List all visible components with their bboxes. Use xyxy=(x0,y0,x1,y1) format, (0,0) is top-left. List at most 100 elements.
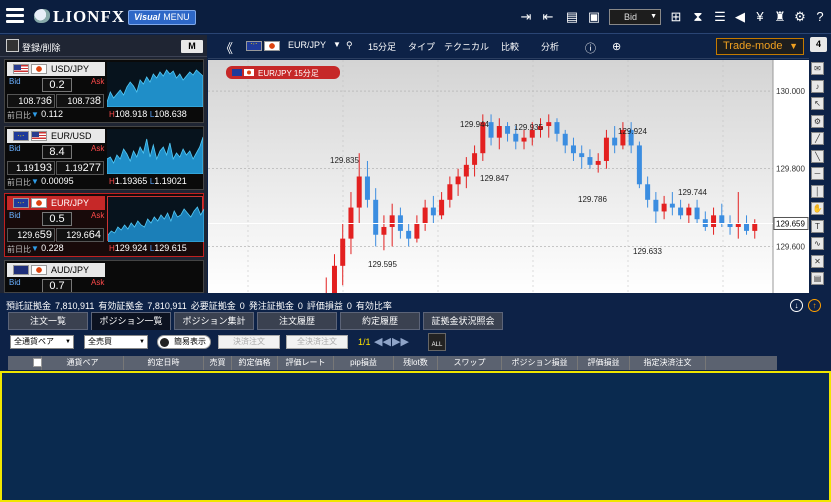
layout-icon[interactable]: ⊞ xyxy=(668,9,684,25)
bid-price-button[interactable]: 1.19193 xyxy=(7,161,55,175)
import-icon[interactable]: ⇤ xyxy=(540,9,556,25)
mini-chart[interactable] xyxy=(107,196,205,243)
tab-5[interactable]: 証拠金状況照会 xyxy=(423,312,503,330)
paint-icon[interactable]: ♜ xyxy=(772,9,788,25)
register-delete-link[interactable]: 登録/削除 xyxy=(22,41,61,54)
down-arrow-icon: ▼ xyxy=(31,177,42,186)
pair-name[interactable]: EUR/JPY xyxy=(7,196,105,210)
column-header[interactable]: 売買 xyxy=(204,356,232,370)
mini-chart[interactable] xyxy=(106,129,204,175)
pair-name[interactable]: USD/JPY xyxy=(7,62,105,76)
candlestick-chart[interactable]: 130.000 129.800 129.600 129.659 129.944 129.9… xyxy=(208,60,809,340)
money-icon[interactable]: ¥ xyxy=(752,9,768,25)
bid-price-main: 108.73 xyxy=(18,96,46,106)
column-header[interactable]: 評価損益 xyxy=(578,356,630,370)
column-header[interactable]: 指定決済注文 xyxy=(630,356,706,370)
ask-price-button[interactable]: 1.19277 xyxy=(56,161,104,175)
arrow-down-circle-icon[interactable]: ↓ xyxy=(790,299,803,312)
tab-3[interactable]: 注文履歴 xyxy=(257,312,337,330)
chart-pair-select[interactable]: EUR/JPY xyxy=(288,40,326,50)
settle-order-button[interactable]: 決済注文 xyxy=(218,335,280,349)
next-page-icon[interactable]: ▶▶ xyxy=(392,335,409,349)
analysis-menu[interactable]: 分析 xyxy=(541,40,559,53)
bid-price-button[interactable]: 129.659 xyxy=(7,228,55,242)
hand-icon[interactable]: ✋ xyxy=(811,202,824,215)
candle-body xyxy=(513,133,519,142)
technical-menu[interactable]: テクニカル xyxy=(444,40,489,53)
candle-body xyxy=(678,207,684,216)
arrow-up-circle-icon[interactable]: ↑ xyxy=(808,299,821,312)
rate-panel-eur-usd[interactable]: EUR/USDBidAsk8.41.191931.19277前日比▼ 0.000… xyxy=(4,126,204,190)
type-menu[interactable]: タイプ xyxy=(408,40,435,53)
column-header[interactable]: ポジション損益 xyxy=(502,356,578,370)
settle-all-button[interactable]: 全決済注文 xyxy=(286,335,348,349)
tab-1[interactable]: ポジション一覧 xyxy=(91,312,171,330)
high-value: 1.19365 xyxy=(114,176,150,186)
column-header[interactable]: 残lot数 xyxy=(394,356,438,370)
pair-name[interactable]: EUR/USD xyxy=(7,129,105,143)
hline-icon[interactable]: ─ xyxy=(811,167,824,180)
chart-tab-count[interactable]: 4 xyxy=(810,37,827,52)
trendline-icon[interactable]: ╱ xyxy=(811,132,824,145)
cursor-icon[interactable]: ↖ xyxy=(811,97,824,110)
ask-price-button[interactable]: 129.664 xyxy=(56,228,104,242)
sparkline-area xyxy=(107,206,205,243)
mini-chart[interactable] xyxy=(106,62,204,108)
all-button[interactable]: ALL xyxy=(428,333,446,351)
chart-icon[interactable]: ▤ xyxy=(811,272,824,285)
compare-menu[interactable]: 比較 xyxy=(501,40,519,53)
bell-icon[interactable]: ♪ xyxy=(811,79,824,93)
change-value: ▼ 0.228 xyxy=(31,243,64,253)
column-header[interactable]: 通貨ペア xyxy=(42,356,124,370)
pair-name[interactable]: AUD/JPY xyxy=(7,263,105,277)
column-header[interactable]: スワップ xyxy=(438,356,502,370)
delete-icon[interactable]: ✕ xyxy=(811,254,824,268)
export-icon[interactable]: ⇥ xyxy=(518,9,534,25)
prev-page-icon[interactable]: ◀◀ xyxy=(374,335,391,349)
positions-table-body xyxy=(0,371,831,502)
rate-panel-aud-jpy[interactable]: AUD/JPY Bid Ask 0.7 xyxy=(4,260,204,293)
tab-2[interactable]: ポジション集計 xyxy=(174,312,254,330)
save-icon[interactable]: ▣ xyxy=(586,9,602,25)
select-all-checkbox[interactable] xyxy=(33,358,42,367)
text-icon[interactable]: T xyxy=(811,219,824,233)
list-icon[interactable]: ☰ xyxy=(712,9,728,25)
column-header[interactable]: 評価レート xyxy=(278,356,334,370)
m-button[interactable]: M xyxy=(181,40,203,53)
side-filter-select[interactable]: 全売買 xyxy=(84,335,148,349)
crosshair-icon[interactable]: ⊕ xyxy=(612,40,621,53)
column-header[interactable]: 約定日時 xyxy=(124,356,204,370)
info-icon[interactable]: ⓘ xyxy=(585,40,596,56)
column-header[interactable]: pip損益 xyxy=(334,356,394,370)
account-item: 必要証拠金 0 xyxy=(191,301,245,311)
rate-panel-eur-jpy[interactable]: EUR/JPYBidAsk0.5129.659129.664前日比▼ 0.228… xyxy=(4,193,205,257)
collapse-panel-icon[interactable]: 《 xyxy=(220,38,233,57)
simple-display-toggle[interactable]: 簡易表示 xyxy=(157,335,211,349)
bid-price-button[interactable]: 108.736 xyxy=(7,94,55,108)
help-icon[interactable]: ? xyxy=(812,9,828,25)
rate-panel-usd-jpy[interactable]: USD/JPY Bid Ask 0.2 108.736 108.738 前日比 ▼ 0.112… xyxy=(4,59,204,123)
register-icon[interactable] xyxy=(6,39,19,52)
price-type-select[interactable]: Bid xyxy=(609,9,661,25)
hourglass-icon[interactable]: ⧗ xyxy=(690,9,706,25)
print-icon[interactable]: ▤ xyxy=(564,9,580,25)
visual-menu-button[interactable]: Visual MENU xyxy=(128,10,196,25)
ask-price-button[interactable]: 108.738 xyxy=(56,94,104,108)
column-header[interactable]: 約定価格 xyxy=(232,356,278,370)
candle-body xyxy=(744,223,750,231)
gear-small-icon[interactable]: ⚙ xyxy=(811,114,824,128)
trade-mode-select[interactable]: Trade-mode xyxy=(716,38,804,55)
timeframe-select[interactable]: 15分足 xyxy=(368,40,396,53)
vline-icon[interactable]: │ xyxy=(811,184,824,198)
pair-filter-select[interactable]: 全通貨ペア xyxy=(10,335,74,349)
tab-4[interactable]: 約定履歴 xyxy=(340,312,420,330)
wave-icon[interactable]: ∿ xyxy=(811,237,824,250)
line-icon[interactable]: ╲ xyxy=(811,149,824,163)
gear-icon[interactable]: ⚙ xyxy=(792,9,808,25)
envelope-icon[interactable]: ✉ xyxy=(811,62,824,75)
tab-0[interactable]: 注文一覧 xyxy=(8,312,88,330)
announce-icon[interactable]: ◀ xyxy=(732,9,748,25)
chevron-down-icon[interactable]: ▼ xyxy=(333,40,341,49)
hamburger-menu-icon[interactable] xyxy=(6,8,24,24)
price-chart[interactable]: 130.000 129.800 129.600 129.659 129.944 129.9… xyxy=(208,60,809,340)
